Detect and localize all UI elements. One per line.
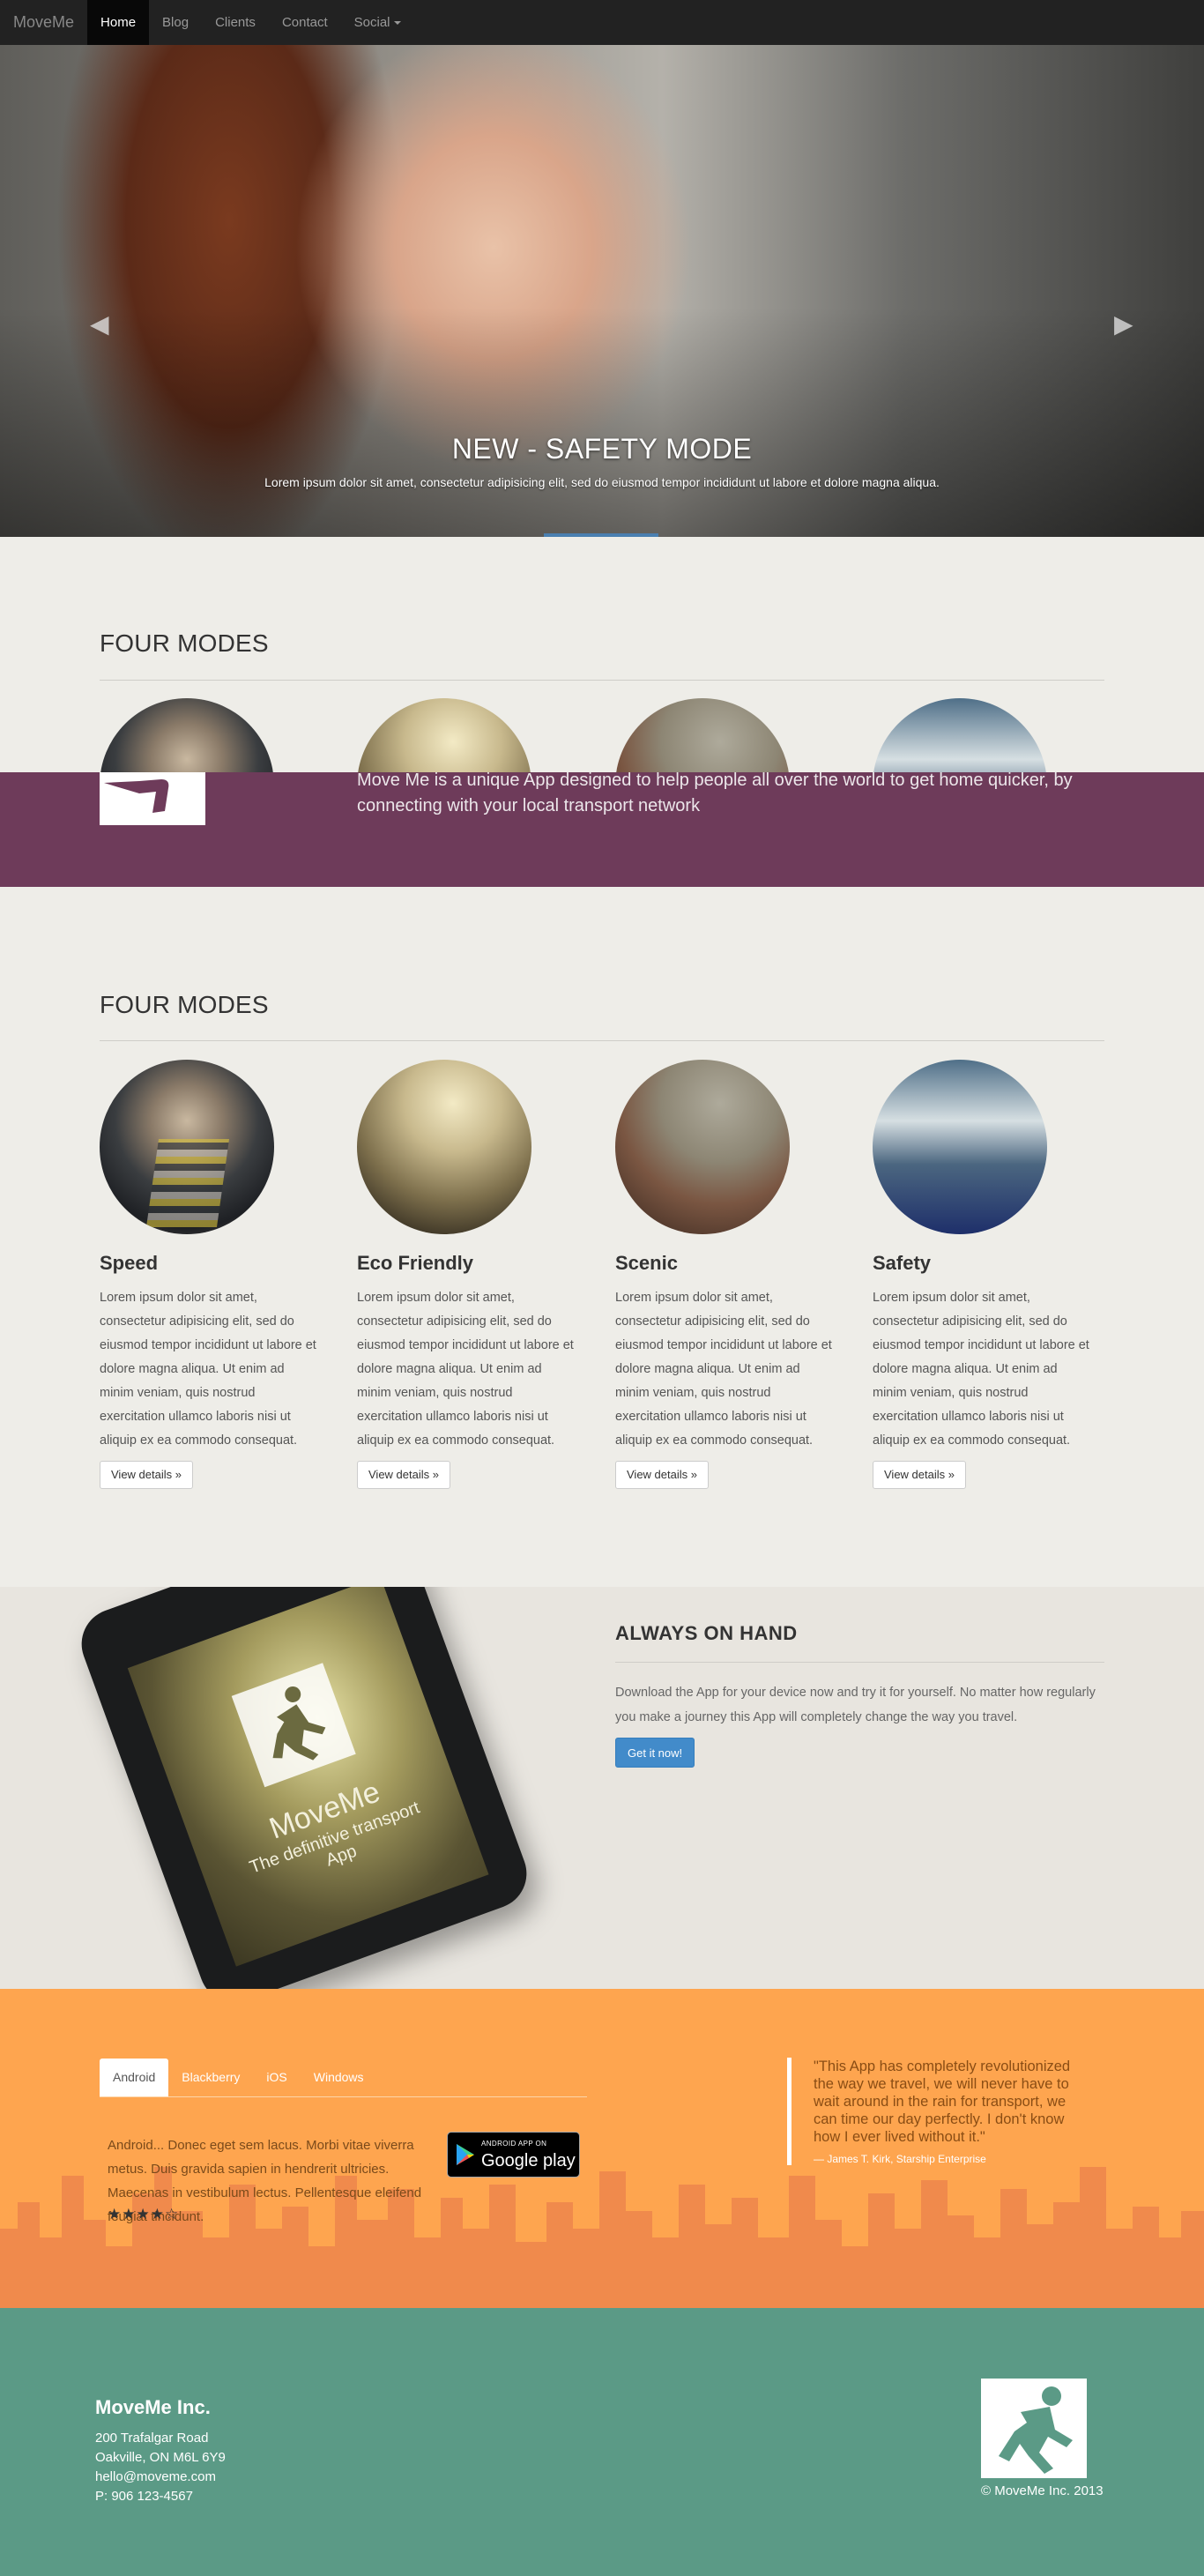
mode-title-eco: Eco Friendly	[357, 1252, 474, 1274]
tab-blackberry[interactable]: Blackberry	[168, 2059, 253, 2096]
footer-address: 200 Trafalgar Road Oakville, ON M6L 6Y9 …	[95, 2429, 226, 2506]
nav-contact[interactable]: Contact	[269, 0, 341, 45]
footer-company: MoveMe Inc.	[95, 2396, 211, 2418]
mode-text-safety: Lorem ipsum dolor sit amet, consectetur …	[873, 1291, 1089, 1448]
scenic-image	[615, 1060, 790, 1234]
intro-divider	[100, 680, 1104, 681]
hand-divider	[615, 1662, 1104, 1663]
phone-screen: MoveMe The definitive transport App	[127, 1587, 489, 1967]
testimonial-quote: "This App has completely revolutionized …	[787, 2058, 1091, 2165]
hero-caption: NEW - SAFETY MODE Lorem ipsum dolor sit …	[249, 433, 955, 494]
carousel-indicator[interactable]	[544, 533, 658, 537]
scenic-details-button[interactable]: View details »	[615, 1461, 709, 1489]
hand-title: ALWAYS ON HAND	[615, 1622, 798, 1644]
runner-logo-icon	[981, 2379, 1087, 2478]
gplay-big-text: Google play	[481, 2151, 576, 2170]
carousel-next-icon[interactable]: ▶	[1114, 309, 1133, 339]
caret-down-icon	[393, 21, 401, 26]
band-text: Move Me is a unique App designed to help…	[357, 771, 1073, 815]
nav-social-dropdown[interactable]: Social	[341, 0, 414, 45]
hand-text: Download the App for your device now and…	[615, 1686, 1096, 1724]
tab-android[interactable]: Android	[100, 2059, 169, 2096]
nav-clients[interactable]: Clients	[202, 0, 269, 45]
speed-details-button[interactable]: View details »	[100, 1461, 193, 1489]
logo-icon	[100, 772, 205, 825]
runner-icon	[231, 1663, 356, 1788]
always-on-hand-section: MoveMe The definitive transport App	[0, 1587, 1204, 1989]
footer-copyright: © MoveMe Inc. 2013	[981, 2483, 1104, 2498]
carousel-prev-icon[interactable]: ◀	[90, 309, 109, 339]
google-play-button[interactable]: ANDROID APP ON Google play	[447, 2132, 580, 2178]
hero-text: Lorem ipsum dolor sit amet, consectetur …	[264, 475, 940, 489]
safety-details-button[interactable]: View details »	[873, 1461, 966, 1489]
tab-windows[interactable]: Windows	[301, 2059, 377, 2096]
modes-section-title: FOUR MODES	[100, 991, 269, 1018]
phone-number: P: 906 123-4567	[95, 2489, 193, 2504]
nav-blog[interactable]: Blog	[149, 0, 202, 45]
modes-divider	[100, 1040, 1104, 1041]
gplay-small-text: ANDROID APP ON	[481, 2140, 547, 2148]
quote-author: — James T. Kirk, Starship Enterprise	[814, 2153, 986, 2165]
platform-tabs: Android Blackberry iOS Windows	[100, 2059, 587, 2097]
mode-text-scenic: Lorem ipsum dolor sit amet, consectetur …	[615, 1291, 832, 1448]
rating-stars: ★★★★☆	[108, 2206, 180, 2222]
email-link[interactable]: hello@moveme.com	[95, 2468, 226, 2487]
hero-carousel: ◀ ▶ NEW - SAFETY MODE Lorem ipsum dolor …	[0, 45, 1204, 537]
hero-title: NEW - SAFETY MODE	[451, 433, 753, 465]
mode-title-speed: Speed	[100, 1252, 159, 1274]
tab-ios[interactable]: iOS	[253, 2059, 300, 2096]
intro-section-title: FOUR MODES	[100, 629, 269, 657]
mode-title-safety: Safety	[873, 1252, 932, 1274]
nav-social-label: Social	[353, 15, 390, 30]
play-store-icon	[457, 2144, 474, 2165]
eco-details-button[interactable]: View details »	[357, 1461, 450, 1489]
safety-image	[873, 1060, 1047, 1234]
phone-image: MoveMe The definitive transport App	[71, 1587, 537, 1989]
quote-text: "This App has completely revolutionized …	[814, 2059, 1071, 2145]
brand-link[interactable]: MoveMe	[0, 0, 87, 45]
eco-image	[357, 1060, 531, 1234]
mode-text-speed: Lorem ipsum dolor sit amet, consectetur …	[100, 1291, 316, 1448]
mode-text-eco: Lorem ipsum dolor sit amet, consectetur …	[357, 1291, 574, 1448]
address-line-1: 200 Trafalgar Road	[95, 2431, 209, 2446]
mode-title-scenic: Scenic	[615, 1252, 678, 1274]
address-line-2: Oakville, ON M6L 6Y9	[95, 2450, 226, 2465]
get-it-now-button[interactable]: Get it now!	[615, 1738, 695, 1768]
hero-shade	[0, 308, 1204, 537]
speed-image	[100, 1060, 274, 1234]
navbar: MoveMe Home Blog Clients Contact Social	[0, 0, 1204, 45]
nav-home[interactable]: Home	[87, 0, 150, 45]
